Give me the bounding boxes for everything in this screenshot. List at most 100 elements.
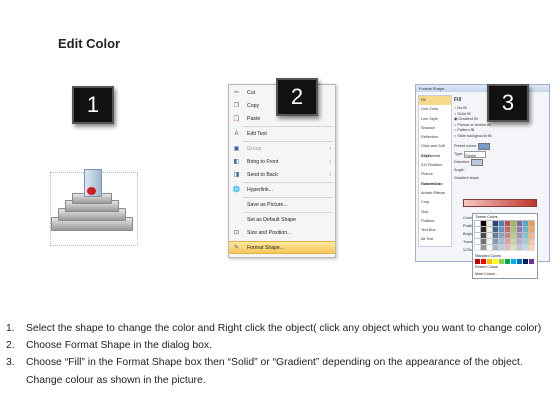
color-swatch[interactable] — [529, 259, 534, 264]
color-swatch[interactable] — [474, 226, 481, 233]
color-swatch[interactable] — [486, 226, 493, 233]
color-swatch[interactable] — [492, 238, 499, 245]
color-swatch[interactable] — [481, 259, 486, 264]
preset-colors-button[interactable] — [478, 142, 491, 150]
color-swatch[interactable] — [474, 238, 481, 245]
color-swatch[interactable] — [516, 226, 523, 233]
color-swatch[interactable] — [474, 220, 481, 227]
color-swatch[interactable] — [498, 220, 505, 227]
color-swatch[interactable] — [486, 244, 493, 251]
sidebar-item[interactable]: Picture Color — [419, 180, 451, 189]
radio-slide-background-fill[interactable]: ○ Slide background fill — [454, 134, 546, 140]
color-swatch[interactable] — [517, 259, 522, 264]
color-swatch[interactable] — [522, 220, 529, 227]
standard-colors-label: Standard Colors — [475, 254, 501, 258]
menu-item-send-to-back[interactable]: ◨ Send to Back › — [229, 169, 335, 180]
color-swatch[interactable] — [522, 226, 529, 233]
gradient-bar[interactable] — [463, 199, 537, 207]
sidebar-item[interactable]: 3-D Rotation — [419, 161, 451, 170]
color-swatch[interactable] — [510, 226, 517, 233]
color-swatch[interactable] — [492, 220, 499, 227]
sidebar-item[interactable]: Size — [419, 208, 451, 217]
sidebar-item[interactable]: Alt Text — [419, 235, 451, 244]
color-swatch[interactable] — [486, 232, 493, 239]
color-palette-dropdown[interactable]: Theme Colors Standard Colors Recent Colo… — [472, 213, 538, 279]
color-swatch[interactable] — [522, 238, 529, 245]
sidebar-item[interactable]: Artistic Effects — [419, 189, 451, 198]
color-swatch[interactable] — [499, 259, 504, 264]
sidebar-item[interactable]: Reflection — [419, 133, 451, 142]
color-swatch[interactable] — [498, 238, 505, 245]
sidebar-item[interactable]: Glow and Soft Edges — [419, 142, 451, 157]
sidebar-item[interactable]: Position — [419, 217, 451, 226]
color-swatch[interactable] — [487, 259, 492, 264]
color-swatch[interactable] — [492, 226, 499, 233]
color-swatch[interactable] — [498, 244, 505, 251]
color-swatch[interactable] — [492, 232, 499, 239]
sidebar-item[interactable]: Line Color — [419, 105, 451, 114]
color-swatch[interactable] — [498, 226, 505, 233]
sidebar-item[interactable]: Crop — [419, 198, 451, 207]
color-swatch[interactable] — [510, 220, 517, 227]
type-row[interactable]: Type: Radial — [454, 150, 546, 158]
color-swatch[interactable] — [511, 259, 516, 264]
recent-colors-label: Recent Colors — [475, 265, 498, 269]
color-swatch[interactable] — [522, 232, 529, 239]
color-swatch[interactable] — [486, 238, 493, 245]
color-swatch[interactable] — [480, 226, 487, 233]
color-swatch[interactable] — [516, 232, 523, 239]
preset-colors-row[interactable]: Preset colors: — [454, 142, 546, 150]
pyramid-shape[interactable] — [50, 165, 134, 243]
color-swatch[interactable] — [474, 232, 481, 239]
menu-item-format-shape[interactable]: ✎ Format Shape... — [229, 241, 335, 254]
color-swatch[interactable] — [480, 238, 487, 245]
color-swatch[interactable] — [528, 244, 535, 251]
menu-item-set-default-shape[interactable]: Set as Default Shape — [229, 214, 335, 225]
color-swatch[interactable] — [528, 232, 535, 239]
color-swatch[interactable] — [522, 244, 529, 251]
apple-icon — [87, 187, 96, 195]
sidebar-item[interactable]: Shadow — [419, 124, 451, 133]
color-swatch[interactable] — [480, 220, 487, 227]
menu-item-group[interactable]: ▣ Group › — [229, 143, 335, 154]
color-swatch[interactable] — [528, 238, 535, 245]
sidebar-item[interactable]: 3-D Format — [419, 152, 451, 161]
menu-item-size-and-position[interactable]: ⊡ Size and Position... — [229, 227, 335, 238]
color-swatch[interactable] — [486, 220, 493, 227]
color-swatch[interactable] — [516, 244, 523, 251]
color-swatch[interactable] — [510, 238, 517, 245]
color-swatch[interactable] — [516, 238, 523, 245]
sidebar-item-fill[interactable]: Fill — [419, 96, 451, 106]
color-swatch[interactable] — [493, 259, 498, 264]
sidebar-item[interactable]: Line Style — [419, 115, 451, 124]
color-swatch[interactable] — [504, 244, 511, 251]
direction-row[interactable]: Direction: — [454, 158, 546, 166]
menu-item-bring-to-front[interactable]: ◧ Bring to Front › — [229, 156, 335, 167]
color-swatch[interactable] — [474, 244, 481, 251]
color-swatch[interactable] — [516, 220, 523, 227]
color-swatch[interactable] — [480, 232, 487, 239]
color-swatch[interactable] — [523, 259, 528, 264]
type-select[interactable]: Radial — [464, 150, 487, 158]
menu-item-save-as-picture[interactable]: Save as Picture... — [229, 199, 335, 210]
color-swatch[interactable] — [475, 259, 480, 264]
sidebar-item[interactable]: Text Box — [419, 226, 451, 235]
color-swatch[interactable] — [510, 244, 517, 251]
color-swatch[interactable] — [528, 226, 535, 233]
instruction-list: 1. Select the shape to change the color a… — [6, 320, 560, 389]
color-swatch[interactable] — [498, 232, 505, 239]
sidebar-item[interactable]: Picture Corrections — [419, 170, 451, 185]
direction-button[interactable] — [471, 158, 484, 166]
color-swatch[interactable] — [505, 259, 510, 264]
color-swatch[interactable] — [510, 232, 517, 239]
color-swatch[interactable] — [504, 226, 511, 233]
more-colors-item[interactable]: More Colors... — [475, 272, 498, 276]
color-swatch[interactable] — [504, 238, 511, 245]
menu-item-hyperlink[interactable]: 🌐 Hyperlink... — [229, 184, 335, 195]
color-swatch[interactable] — [504, 232, 511, 239]
menu-item-edit-text[interactable]: A Edit Text — [229, 128, 335, 139]
color-swatch[interactable] — [492, 244, 499, 251]
color-swatch[interactable] — [504, 220, 511, 227]
color-swatch[interactable] — [528, 220, 535, 227]
color-swatch[interactable] — [480, 244, 487, 251]
